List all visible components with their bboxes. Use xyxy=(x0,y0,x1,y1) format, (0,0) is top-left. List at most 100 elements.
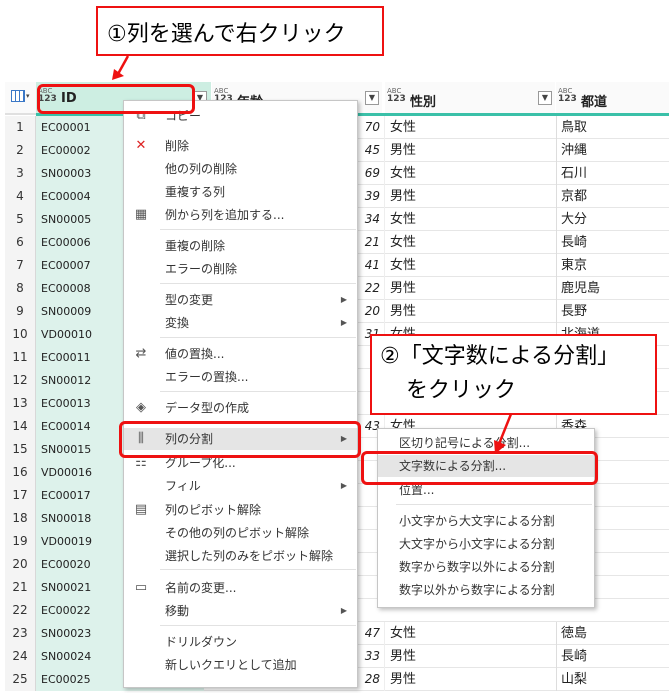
row-number[interactable]: 5 xyxy=(5,208,36,231)
menu-item[interactable]: 他の列の削除 xyxy=(124,158,357,180)
menu-item-label: 値の置換... xyxy=(165,347,225,361)
cell-prefecture[interactable]: 石川 xyxy=(556,162,669,185)
table-corner-menu[interactable]: ▾ xyxy=(5,82,36,115)
row-number[interactable]: 15 xyxy=(5,438,36,461)
cell-prefecture[interactable]: 京都 xyxy=(556,185,669,208)
row-number[interactable]: 1 xyxy=(5,116,36,139)
cell-prefecture[interactable]: 山梨 xyxy=(556,668,669,691)
row-number[interactable]: 20 xyxy=(5,553,36,576)
row-number[interactable]: 24 xyxy=(5,645,36,668)
menu-item[interactable]: ✕ 削除 xyxy=(124,135,357,157)
menu-item[interactable]: エラーの置換... xyxy=(124,366,357,388)
menu-item[interactable]: ▤ 列のピボット解除 xyxy=(124,499,357,521)
context-menu: ⧉ コピー ✕ 削除 他の列の削除 重複する列 ▦ 例から列を追加する... 重複の削除 エラーの… xyxy=(123,100,358,688)
row-number[interactable]: 12 xyxy=(5,369,36,392)
row-number[interactable]: 23 xyxy=(5,622,36,645)
submenu-item-label: 位置... xyxy=(399,483,435,497)
callout-step2: ②「文字数による分割」 をクリック xyxy=(370,334,657,415)
filter-dropdown-icon[interactable]: ▼ xyxy=(538,91,552,105)
cell-sex[interactable]: 女性 xyxy=(384,116,554,139)
cell-prefecture[interactable]: 徳島 xyxy=(556,622,669,645)
callout-step1: ①列を選んで右クリック xyxy=(96,6,384,56)
cell-sex[interactable]: 男性 xyxy=(384,668,554,691)
column-header-prefecture[interactable]: ABC 123 都道 xyxy=(556,82,669,115)
cell-sex[interactable]: 女性 xyxy=(384,231,554,254)
row-number[interactable]: 4 xyxy=(5,185,36,208)
menu-item[interactable]: ⇄ 値の置換... xyxy=(124,343,357,365)
column-name-prefecture: 都道 xyxy=(581,95,608,110)
cell-sex[interactable]: 女性 xyxy=(384,208,554,231)
row-number[interactable]: 14 xyxy=(5,415,36,438)
row-number[interactable]: 17 xyxy=(5,484,36,507)
row-number[interactable]: 25 xyxy=(5,668,36,691)
highlight-split-column xyxy=(119,421,361,458)
submenu-arrow-icon: ▶ xyxy=(340,295,347,304)
cell-prefecture[interactable]: 東京 xyxy=(556,254,669,277)
row-number[interactable]: 19 xyxy=(5,530,36,553)
submenu-item[interactable]: 小文字から大文字による分割 xyxy=(378,510,594,532)
cell-sex[interactable]: 女性 xyxy=(384,254,554,277)
menu-item[interactable]: ▦ 例から列を追加する... xyxy=(124,204,357,226)
row-number[interactable]: 7 xyxy=(5,254,36,277)
table-icon xyxy=(11,90,25,102)
menu-item[interactable]: フィル ▶ xyxy=(124,475,357,497)
cell-prefecture[interactable]: 長崎 xyxy=(556,645,669,668)
row-number[interactable]: 2 xyxy=(5,139,36,162)
row-number[interactable]: 22 xyxy=(5,599,36,622)
row-number[interactable]: 21 xyxy=(5,576,36,599)
cell-prefecture[interactable]: 鳥取 xyxy=(556,116,669,139)
menu-separator xyxy=(160,625,356,626)
menu-item-label: 新しいクエリとして追加 xyxy=(165,658,297,672)
data-type-icon: ◈ xyxy=(136,400,146,415)
filter-dropdown-icon[interactable]: ▼ xyxy=(365,91,379,105)
row-number[interactable]: 13 xyxy=(5,392,36,415)
cell-sex[interactable]: 男性 xyxy=(384,185,554,208)
row-number[interactable]: 6 xyxy=(5,231,36,254)
arrow-icon xyxy=(494,413,513,454)
menu-item-label: 型の変更 xyxy=(165,293,214,307)
menu-item[interactable]: エラーの削除 xyxy=(124,258,357,280)
menu-item[interactable]: 重複の削除 xyxy=(124,235,357,257)
row-number[interactable]: 10 xyxy=(5,323,36,346)
row-number[interactable]: 16 xyxy=(5,461,36,484)
menu-item[interactable]: ▭ 名前の変更... xyxy=(124,577,357,599)
submenu-item[interactable]: 数字から数字以外による分割 xyxy=(378,556,594,578)
submenu-item-label: 大文字から小文字による分割 xyxy=(399,537,555,551)
cell-prefecture[interactable]: 大分 xyxy=(556,208,669,231)
row-number[interactable]: 11 xyxy=(5,346,36,369)
unpivot-icon: ▤ xyxy=(134,502,148,517)
menu-item[interactable]: その他の列のピボット解除 xyxy=(124,522,357,544)
row-number[interactable]: 8 xyxy=(5,277,36,300)
menu-item[interactable]: 変換 ▶ xyxy=(124,312,357,334)
menu-item-label: 変換 xyxy=(165,316,190,330)
menu-item-label: 選択した列のみをピボット解除 xyxy=(165,549,334,563)
menu-separator xyxy=(160,391,356,392)
column-header-sex[interactable]: ABC 123 性別 ▼ xyxy=(385,82,555,115)
cell-prefecture[interactable]: 沖縄 xyxy=(556,139,669,162)
highlight-id-column xyxy=(37,84,195,114)
menu-item[interactable]: 型の変更 ▶ xyxy=(124,289,357,311)
menu-item[interactable]: ドリルダウン xyxy=(124,631,357,653)
menu-item[interactable]: 移動 ▶ xyxy=(124,600,357,622)
menu-item[interactable]: 重複する列 xyxy=(124,181,357,203)
rename-icon: ▭ xyxy=(134,580,148,595)
menu-item[interactable]: ◈ データ型の作成 xyxy=(124,397,357,419)
cell-sex[interactable]: 男性 xyxy=(384,277,554,300)
submenu-item[interactable]: 数字以外から数字による分割 xyxy=(378,579,594,601)
menu-item[interactable]: 新しいクエリとして追加 xyxy=(124,654,357,676)
cell-sex[interactable]: 女性 xyxy=(384,162,554,185)
menu-item[interactable]: 選択した列のみをピボット解除 xyxy=(124,545,357,567)
cell-prefecture[interactable]: 長崎 xyxy=(556,231,669,254)
row-number[interactable]: 9 xyxy=(5,300,36,323)
cell-sex[interactable]: 男性 xyxy=(384,139,554,162)
cell-sex[interactable]: 男性 xyxy=(384,645,554,668)
submenu-item-label: 数字から数字以外による分割 xyxy=(399,560,555,574)
cell-sex[interactable]: 男性 xyxy=(384,300,554,323)
cell-prefecture[interactable]: 鹿児島 xyxy=(556,277,669,300)
cell-sex[interactable]: 女性 xyxy=(384,622,554,645)
chevron-down-icon: ▾ xyxy=(26,92,30,100)
submenu-item[interactable]: 大文字から小文字による分割 xyxy=(378,533,594,555)
cell-prefecture[interactable]: 長野 xyxy=(556,300,669,323)
row-number[interactable]: 3 xyxy=(5,162,36,185)
row-number[interactable]: 18 xyxy=(5,507,36,530)
